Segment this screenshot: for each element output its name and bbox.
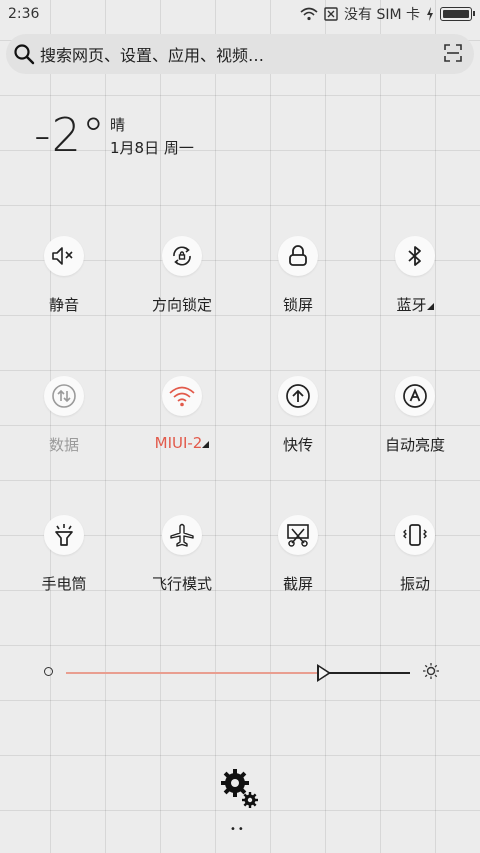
slider-track [329,672,410,674]
toggle-label: 静音 [48,296,79,314]
wifi-icon [300,7,318,21]
status-bar: 2:36 没有 SIM 卡 [0,0,480,28]
flashlight-icon [44,515,84,555]
lock-icon [278,236,318,276]
no-sim-icon [324,7,338,21]
charging-icon [427,7,433,21]
search-icon [14,44,35,65]
weather-widget[interactable]: -2° 晴 1月8日 周一 [34,108,194,162]
bluetooth-icon [395,236,435,276]
battery-icon [440,7,475,21]
toggle-label: 蓝牙 [355,294,475,315]
toggle-label: 数据 [48,436,79,454]
expand-triangle-icon[interactable] [426,303,434,310]
temperature: -2° [34,108,106,162]
expand-triangle-icon[interactable] [202,441,210,448]
settings-icon[interactable] [218,768,262,812]
toggle-label: 手电筒 [41,575,87,593]
sim-status: 没有 SIM 卡 [344,7,420,23]
toggle-airplane[interactable]: 飞行模式 [122,515,242,605]
toggle-quick-transfer[interactable]: 快传 [238,376,358,466]
wifi-icon [162,376,202,416]
weather-date: 1月8日 周一 [110,139,194,157]
toggle-screenshot[interactable]: 截屏 [238,515,358,605]
toggle-label: 振动 [399,575,430,593]
scan-icon[interactable] [444,44,462,62]
search-bar[interactable]: 搜索网页、设置、应用、视频… [6,34,474,74]
toggle-label-text: MIUI-2 [154,434,203,452]
brightness-low-icon [44,667,53,676]
weather-condition: 晴 [110,116,126,134]
toggle-label: 方向锁定 [151,296,212,314]
toggle-label: 锁屏 [282,296,313,314]
brightness-slider[interactable] [44,662,444,682]
status-icons: 没有 SIM 卡 [300,4,475,24]
toggle-rotation-lock[interactable]: 方向锁定 [122,236,242,326]
brightness-high-icon [423,663,439,679]
toggle-label: MIUI-2 [122,434,242,452]
rotation-lock-icon [162,236,202,276]
toggle-label-text: 蓝牙 [396,296,427,314]
airplane-icon [162,515,202,555]
page-indicator: •• [230,824,246,835]
toggle-vibrate[interactable]: 振动 [355,515,475,605]
status-time: 2:36 [8,6,40,22]
vibrate-icon [395,515,435,555]
toggle-data[interactable]: 数据 [4,376,124,466]
toggle-wifi[interactable]: MIUI-2 [122,376,242,466]
screenshot-icon [278,515,318,555]
slider-track-active [66,672,318,674]
auto-brightness-icon [395,376,435,416]
toggle-label: 飞行模式 [151,575,212,593]
toggle-lock-screen[interactable]: 锁屏 [238,236,358,326]
transfer-icon [278,376,318,416]
toggle-flashlight[interactable]: 手电筒 [4,515,124,605]
data-icon [44,376,84,416]
toggle-label: 自动亮度 [384,436,445,454]
mute-icon [44,236,84,276]
toggle-mute[interactable]: 静音 [4,236,124,326]
toggle-label: 快传 [282,436,313,454]
toggle-auto-brightness[interactable]: 自动亮度 [355,376,475,466]
toggle-bluetooth[interactable]: 蓝牙 [355,236,475,326]
search-input[interactable]: 搜索网页、设置、应用、视频… [40,42,264,66]
slider-thumb[interactable] [317,664,332,682]
toggle-label: 截屏 [282,575,313,593]
